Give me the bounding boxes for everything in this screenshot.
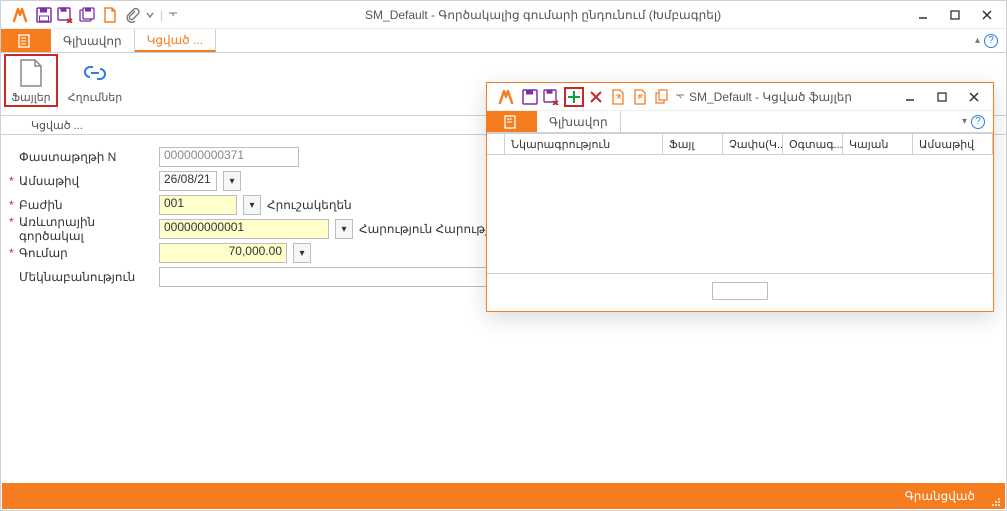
files-titlebar: SM_Default - Կցված ֆայլեր bbox=[487, 83, 993, 111]
import-doc-icon[interactable] bbox=[631, 88, 649, 106]
help-icon[interactable]: ? bbox=[971, 115, 985, 129]
main-titlebar: | SM_Default - Գործակալից գումարի ընդուն… bbox=[1, 1, 1006, 29]
status-text: Գրանցված bbox=[905, 489, 975, 503]
toolbar-overflow-icon[interactable] bbox=[675, 88, 685, 106]
maximize-button[interactable] bbox=[940, 4, 970, 26]
save-close-icon[interactable] bbox=[57, 6, 75, 24]
main-toolbar: | bbox=[35, 6, 178, 24]
save-all-icon[interactable] bbox=[79, 6, 97, 24]
tab-main[interactable]: Գլխավոր bbox=[51, 29, 135, 52]
input-docno[interactable]: 000000000371 bbox=[159, 147, 299, 167]
files-ribbon-controls: ▾ ? bbox=[954, 111, 993, 132]
file-tab[interactable] bbox=[487, 111, 537, 132]
save-icon[interactable] bbox=[521, 88, 539, 106]
help-icon[interactable]: ? bbox=[984, 34, 998, 48]
status-bar: Գրանցված bbox=[2, 483, 1005, 509]
toolbar-dropdown-icon[interactable] bbox=[145, 6, 155, 24]
label-date: Ամսաթիվ bbox=[19, 174, 159, 188]
maximize-button[interactable] bbox=[927, 86, 957, 108]
ribbon-links-label: Հղումներ bbox=[68, 91, 123, 104]
input-amount[interactable]: 70,000.00 bbox=[159, 243, 287, 263]
attach-icon[interactable] bbox=[123, 6, 141, 24]
files-tabstrip: Գլխավոր ▾ ? bbox=[487, 111, 993, 133]
amount-dropdown-button[interactable]: ▾ bbox=[293, 243, 311, 263]
files-column-headers: Նկարագրություն Ֆայլ Չափս(Կ... Օգտագ... Կ… bbox=[487, 133, 993, 155]
agent-dropdown-button[interactable]: ▾ bbox=[335, 219, 353, 239]
label-docno: Փաստաթղթի N bbox=[19, 150, 159, 164]
input-section-code[interactable]: 001 bbox=[159, 195, 237, 215]
col-date[interactable]: Ամսաթիվ bbox=[913, 134, 993, 154]
input-date[interactable]: 26/08/21 bbox=[159, 171, 217, 191]
export-doc-icon[interactable] bbox=[609, 88, 627, 106]
files-icon bbox=[15, 57, 47, 89]
files-footer-input[interactable] bbox=[712, 282, 768, 300]
files-window-title: SM_Default - Կցված ֆայլեր bbox=[685, 90, 895, 104]
ribbon-files-label: Ֆայլեր bbox=[11, 91, 50, 104]
label-comment: Մեկնաբանություն bbox=[19, 270, 159, 284]
col-user[interactable]: Օգտագ... bbox=[783, 134, 843, 154]
main-tabstrip: Գլխավոր Կցված ... ▴ ? bbox=[1, 29, 1006, 53]
add-button[interactable] bbox=[565, 88, 583, 106]
delete-icon[interactable] bbox=[587, 88, 605, 106]
collapse-ribbon-icon[interactable]: ▴ bbox=[975, 35, 980, 46]
label-agent: Առևտրային գործակալ bbox=[19, 215, 159, 243]
main-window-controls bbox=[908, 4, 1002, 26]
text-section-name: Հրուշակեղեն bbox=[267, 198, 352, 212]
save-close-icon[interactable] bbox=[543, 88, 561, 106]
files-window: SM_Default - Կցված ֆայլեր Գլխավոր ▾ ? Նկ… bbox=[486, 82, 994, 312]
ribbon-files[interactable]: Ֆայլեր bbox=[7, 57, 55, 104]
app-logo-icon bbox=[11, 6, 29, 24]
file-tab[interactable] bbox=[1, 29, 51, 52]
links-icon bbox=[79, 57, 111, 89]
files-tab-main[interactable]: Գլխավոր bbox=[537, 111, 621, 132]
date-picker-button[interactable]: ▾ bbox=[223, 171, 241, 191]
col-size[interactable]: Չափս(Կ... bbox=[723, 134, 783, 154]
resize-grip-icon[interactable] bbox=[989, 495, 1001, 507]
toolbar-overflow-icon[interactable] bbox=[168, 6, 178, 24]
main-window-title: SM_Default - Գործակալից գումարի ընդունու… bbox=[178, 8, 908, 22]
save-icon[interactable] bbox=[35, 6, 53, 24]
files-toolbar bbox=[521, 88, 685, 106]
files-footer bbox=[487, 273, 993, 307]
expand-ribbon-icon[interactable]: ▾ bbox=[962, 116, 967, 127]
label-amount: Գումար bbox=[19, 246, 159, 260]
minimize-button[interactable] bbox=[895, 86, 925, 108]
ribbon-group-label: Կցված ... bbox=[31, 119, 83, 132]
label-section: Բաժին bbox=[19, 198, 159, 212]
col-file[interactable]: Ֆայլ bbox=[663, 134, 723, 154]
toolbar-divider: | bbox=[160, 8, 163, 22]
section-dropdown-button[interactable]: ▾ bbox=[243, 195, 261, 215]
col-station[interactable]: Կայան bbox=[843, 134, 913, 154]
close-button[interactable] bbox=[972, 4, 1002, 26]
files-window-controls bbox=[895, 86, 989, 108]
tab-attached[interactable]: Կցված ... bbox=[135, 29, 216, 52]
close-button[interactable] bbox=[959, 86, 989, 108]
ribbon-links[interactable]: Հղումներ bbox=[71, 57, 119, 104]
copy-doc-icon[interactable] bbox=[653, 88, 671, 106]
files-grid-body[interactable] bbox=[487, 155, 993, 273]
col-description[interactable]: Նկարագրություն bbox=[505, 134, 663, 154]
minimize-button[interactable] bbox=[908, 4, 938, 26]
col-rowselector[interactable] bbox=[487, 134, 505, 154]
input-agent-code[interactable]: 000000000001 bbox=[159, 219, 329, 239]
app-logo-icon bbox=[497, 88, 515, 106]
new-doc-icon[interactable] bbox=[101, 6, 119, 24]
ribbon-controls: ▴ ? bbox=[967, 29, 1006, 52]
